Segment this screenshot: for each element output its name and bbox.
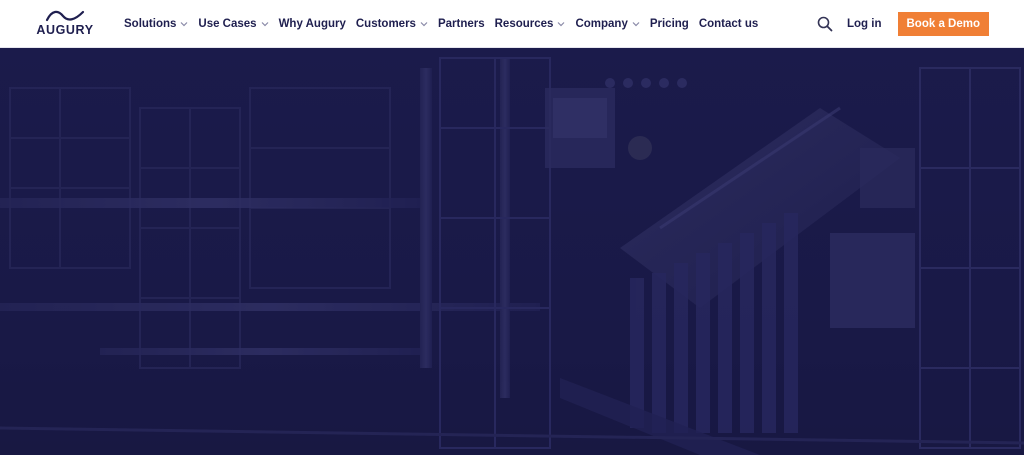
nav-item-use-cases[interactable]: Use Cases <box>198 18 269 30</box>
nav-item-contact-us[interactable]: Contact us <box>699 18 758 30</box>
chevron-down-icon <box>420 21 428 27</box>
augury-logo[interactable]: AUGURY <box>30 8 100 40</box>
industrial-machinery-illustration <box>0 48 1024 455</box>
nav-item-why-augury[interactable]: Why Augury <box>279 18 346 30</box>
nav-item-label: Solutions <box>124 18 177 30</box>
nav-item-resources[interactable]: Resources <box>495 18 566 30</box>
hero-background-image <box>0 48 1024 455</box>
nav-item-solutions[interactable]: Solutions <box>124 18 188 30</box>
nav-item-label: Partners <box>437 18 485 30</box>
search-icon[interactable] <box>817 16 833 32</box>
chevron-down-icon <box>557 21 565 27</box>
chevron-down-icon <box>261 21 269 27</box>
nav-item-label: Company <box>575 18 628 30</box>
nav-item-label: Contact us <box>698 18 759 30</box>
nav-item-label: Resources <box>494 18 554 30</box>
nav-item-customers[interactable]: Customers <box>356 18 428 30</box>
brand-name: AUGURY <box>36 23 94 37</box>
book-demo-button[interactable]: Book a Demo <box>897 12 989 36</box>
chevron-down-icon <box>632 21 640 27</box>
login-link[interactable]: Log in <box>847 18 882 30</box>
site-header: AUGURY Solutions Use Cases Why Augury Custo… <box>0 0 1024 48</box>
nav-item-company[interactable]: Company <box>575 18 640 30</box>
chevron-down-icon <box>180 21 188 27</box>
nav-item-label: Use Cases <box>198 18 257 30</box>
nav-item-pricing[interactable]: Pricing <box>650 18 689 30</box>
nav-item-partners[interactable]: Partners <box>438 18 485 30</box>
augury-wave-icon <box>45 10 85 22</box>
nav-item-label: Customers <box>355 18 416 30</box>
header-actions: Log in Book a Demo <box>817 0 989 48</box>
nav-item-label: Pricing <box>649 18 689 30</box>
main-nav: Solutions Use Cases Why Augury Customers Par… <box>124 0 768 48</box>
nav-item-label: Why Augury <box>278 18 346 30</box>
